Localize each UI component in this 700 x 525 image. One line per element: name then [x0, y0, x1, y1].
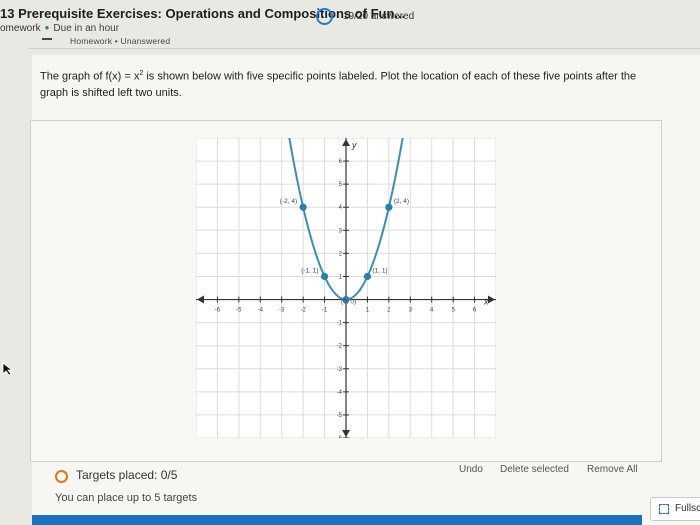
- x-tick-label: -1: [322, 308, 328, 314]
- y-tick-label: -5: [337, 413, 343, 419]
- question-status-text: Homework • Unanswered: [70, 36, 171, 46]
- y-axis-label: y: [351, 140, 357, 150]
- question-prefix: The graph of: [40, 70, 103, 83]
- bottom-progress-bar: [32, 515, 642, 525]
- data-point: [363, 272, 372, 281]
- targets-placed-count: Targets placed: 0/5: [76, 468, 178, 482]
- x-tick-label: -6: [215, 308, 221, 314]
- fullscreen-button[interactable]: Fullsc: [650, 497, 700, 521]
- dash-icon: [42, 38, 52, 40]
- mouse-cursor-icon: [2, 362, 14, 376]
- data-point: [385, 203, 393, 211]
- targets-status-icon: [55, 470, 68, 483]
- x-tick-label: -4: [258, 308, 264, 314]
- divider: [28, 48, 700, 49]
- y-tick-label: -2: [337, 344, 343, 350]
- question-function: f(x) = x: [105, 70, 140, 83]
- progress-ring-icon: [316, 8, 333, 25]
- x-tick-label: -5: [236, 308, 242, 314]
- undo-button[interactable]: Undo: [459, 464, 483, 475]
- y-tick-label: -3: [337, 367, 343, 373]
- data-point-label: (1, 1): [372, 267, 387, 274]
- assignment-meta: omework ● Due in an hour: [0, 23, 119, 34]
- bullet-icon: ●: [44, 23, 50, 32]
- data-point-label: (-2, 4): [280, 198, 297, 205]
- targets-limit-note: You can place up to 5 targets: [55, 492, 198, 504]
- y-tick-label: -1: [337, 321, 343, 327]
- data-point-label: (-1, 1): [301, 267, 318, 274]
- data-point: [320, 272, 329, 281]
- y-tick-label: -6: [337, 436, 343, 438]
- question-exponent: 2: [139, 70, 144, 77]
- course-label: omework: [0, 23, 41, 34]
- delete-selected-button[interactable]: Delete selected: [500, 464, 569, 475]
- x-tick-label: -2: [300, 308, 306, 314]
- x-axis-label: x: [483, 297, 489, 307]
- remove-all-button[interactable]: Remove All: [587, 464, 638, 475]
- data-point: [299, 203, 307, 211]
- answered-count: 19/20 answered: [343, 11, 415, 22]
- data-point-label: (0, 0): [341, 299, 356, 306]
- question-text: The graph of f(x) = x2 is shown below wi…: [40, 66, 640, 101]
- coordinate-plane[interactable]: xy -6-5-4-3-2-1123456-6-5-4-3-2-1123456 …: [196, 138, 496, 438]
- due-label: Due in an hour: [53, 23, 120, 34]
- data-point-label: (2, 4): [394, 198, 409, 205]
- y-tick-label: -4: [337, 390, 343, 396]
- x-tick-label: -3: [279, 308, 285, 314]
- question-status-strip: Homework • Unanswered: [28, 36, 700, 50]
- fullscreen-icon: [659, 504, 669, 514]
- fullscreen-label: Fullsc: [675, 503, 700, 514]
